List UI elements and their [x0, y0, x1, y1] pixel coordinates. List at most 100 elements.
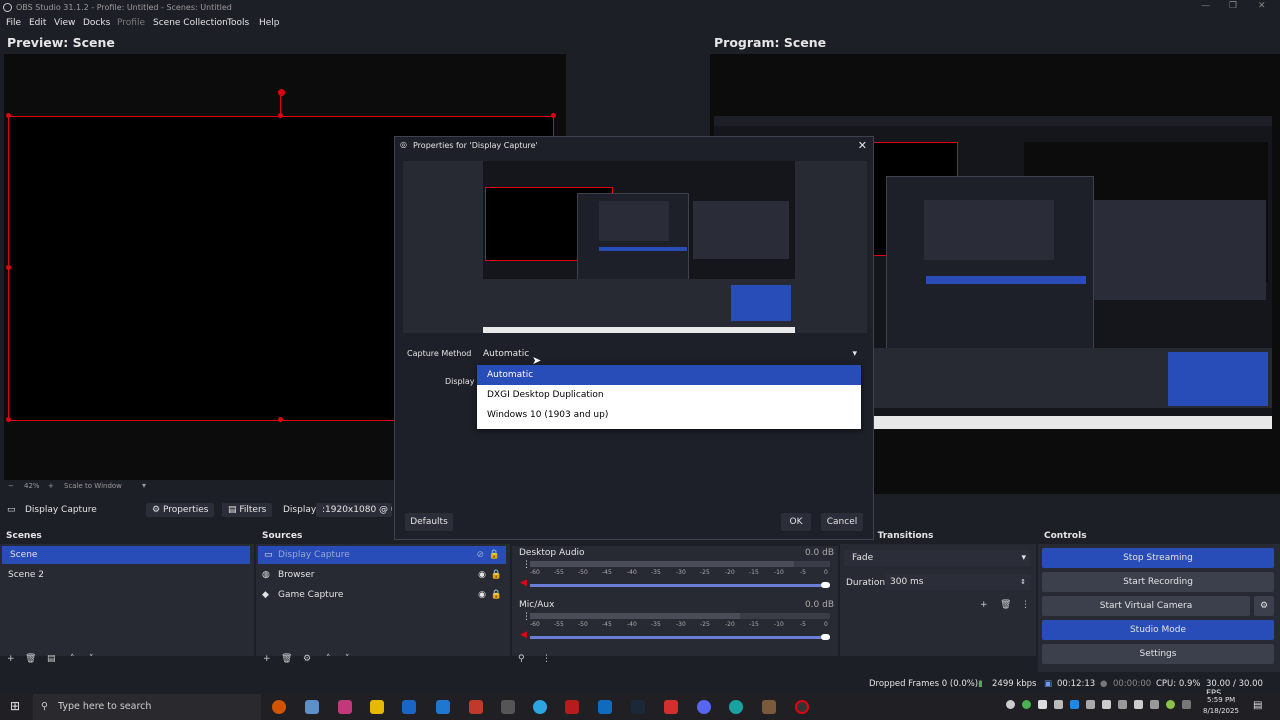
- add-icon[interactable]: +: [7, 654, 15, 664]
- volume-slider[interactable]: [530, 634, 830, 640]
- menu-profile[interactable]: Profile: [117, 18, 145, 28]
- volume-knob[interactable]: [821, 634, 830, 640]
- tray-icon[interactable]: [1134, 700, 1143, 709]
- move-down-icon[interactable]: ˅: [345, 654, 350, 664]
- app-icon[interactable]: [469, 700, 483, 714]
- tray-icon[interactable]: [1166, 700, 1175, 709]
- app-icon[interactable]: [338, 700, 352, 714]
- telegram-icon[interactable]: [533, 700, 547, 714]
- more-icon[interactable]: ⋮: [1021, 600, 1030, 610]
- cancel-button[interactable]: Cancel: [821, 513, 863, 531]
- settings-button[interactable]: Settings: [1042, 644, 1274, 664]
- move-up-icon[interactable]: ˄: [70, 654, 75, 664]
- trash-icon[interactable]: 🗑: [281, 654, 292, 664]
- resize-handle[interactable]: [6, 265, 11, 270]
- obs-taskbar-icon[interactable]: [795, 700, 809, 714]
- dropdown-option[interactable]: DXGI Desktop Duplication: [477, 385, 861, 405]
- ok-button[interactable]: OK: [781, 513, 811, 531]
- menu-file[interactable]: File: [6, 18, 21, 28]
- close-window-icon[interactable]: ✕: [1258, 1, 1266, 11]
- scene-item[interactable]: Scene: [2, 546, 250, 564]
- edge-icon[interactable]: [729, 700, 743, 714]
- tray-icon[interactable]: [1038, 700, 1047, 709]
- lock-icon[interactable]: 🔒: [491, 566, 502, 584]
- app-icon[interactable]: [664, 700, 678, 714]
- gear-icon[interactable]: ⚙: [303, 654, 311, 664]
- source-item[interactable]: ◆ Game Capture ◉ 🔒: [256, 586, 510, 604]
- start-virtual-camera-button[interactable]: Start Virtual Camera: [1042, 596, 1250, 616]
- windows-start-icon[interactable]: ⊞: [10, 699, 20, 713]
- link-icon[interactable]: ⚲: [518, 654, 525, 664]
- start-recording-button[interactable]: Start Recording: [1042, 572, 1274, 592]
- minecraft-icon[interactable]: [762, 700, 776, 714]
- source-item[interactable]: ▭ Display Capture ⊘ 🔒: [258, 546, 506, 564]
- menu-help[interactable]: Help: [259, 18, 280, 28]
- resize-handle[interactable]: [6, 417, 11, 422]
- filter-icon[interactable]: ▤: [47, 654, 56, 664]
- file-explorer-icon[interactable]: [370, 700, 384, 714]
- lock-icon[interactable]: 🔒: [491, 586, 502, 604]
- trash-icon[interactable]: 🗑: [25, 654, 36, 664]
- close-icon[interactable]: ✕: [858, 139, 867, 152]
- studio-mode-button[interactable]: Studio Mode: [1042, 620, 1274, 640]
- app-icon[interactable]: [305, 700, 319, 714]
- filters-button[interactable]: ▤ Filters: [222, 503, 273, 517]
- lock-icon[interactable]: 🔒: [489, 546, 500, 564]
- eye-icon[interactable]: ◉: [478, 586, 486, 604]
- copilot-icon[interactable]: [272, 700, 286, 714]
- tray-icon[interactable]: [1102, 700, 1111, 709]
- discord-icon[interactable]: [697, 700, 711, 714]
- stepper-icon[interactable]: ⇕: [1020, 574, 1026, 590]
- app-icon[interactable]: [501, 700, 515, 714]
- tray-icon[interactable]: [1118, 700, 1127, 709]
- add-icon[interactable]: +: [263, 654, 271, 664]
- steam-icon[interactable]: [631, 700, 645, 714]
- duration-input[interactable]: 300 ms ⇕: [886, 574, 1030, 590]
- speaker-muted-icon[interactable]: ◀: [520, 630, 527, 640]
- tray-icon[interactable]: [1054, 700, 1063, 709]
- clock-time[interactable]: 5:59 PM: [1207, 696, 1235, 704]
- tray-icon[interactable]: [1006, 700, 1015, 709]
- menu-scene-collection[interactable]: Scene Collection: [153, 18, 228, 28]
- volume-knob[interactable]: [821, 582, 830, 588]
- outlook-icon[interactable]: [598, 700, 612, 714]
- defaults-button[interactable]: Defaults: [405, 513, 453, 531]
- add-icon[interactable]: +: [980, 600, 988, 610]
- rotation-handle[interactable]: [278, 89, 285, 96]
- zoom-mode[interactable]: Scale to Window: [64, 482, 122, 490]
- stop-streaming-button[interactable]: Stop Streaming: [1042, 548, 1274, 568]
- more-icon[interactable]: ⋮: [542, 654, 551, 664]
- dropdown-option[interactable]: Automatic: [477, 365, 861, 385]
- speaker-muted-icon[interactable]: ◀: [520, 578, 527, 588]
- maximize-icon[interactable]: ❐: [1229, 1, 1237, 11]
- bluetooth-icon[interactable]: [1070, 700, 1079, 709]
- move-up-icon[interactable]: ˄: [326, 654, 331, 664]
- resize-handle[interactable]: [278, 417, 283, 422]
- menu-view[interactable]: View: [54, 18, 75, 28]
- taskbar-search[interactable]: ⚲ Type here to search: [33, 694, 261, 720]
- menu-tools[interactable]: Tools: [227, 18, 249, 28]
- eye-icon[interactable]: ◉: [478, 566, 486, 584]
- source-item[interactable]: ◍ Browser ◉ 🔒: [256, 566, 510, 584]
- resize-handle[interactable]: [6, 113, 11, 118]
- dropdown-option[interactable]: Windows 10 (1903 and up): [477, 405, 861, 425]
- resize-handle[interactable]: [551, 113, 556, 118]
- tray-icon[interactable]: [1086, 700, 1095, 709]
- clock-date[interactable]: 8/18/2025: [1203, 707, 1239, 715]
- minimize-icon[interactable]: —: [1201, 1, 1210, 11]
- resize-handle[interactable]: [278, 113, 283, 118]
- tray-icon[interactable]: [1182, 700, 1191, 709]
- trash-icon[interactable]: 🗑: [1000, 600, 1011, 610]
- notification-icon[interactable]: ▤: [1253, 700, 1262, 711]
- transition-select[interactable]: Fade ▾: [844, 550, 1030, 566]
- app-icon[interactable]: [565, 700, 579, 714]
- display-select[interactable]: :1920x1080 @ 0,0: [316, 503, 392, 517]
- tray-icon[interactable]: [1150, 700, 1159, 709]
- calendar-icon[interactable]: [436, 700, 450, 714]
- store-icon[interactable]: [402, 700, 416, 714]
- zoom-out-icon[interactable]: −: [8, 482, 14, 490]
- properties-button[interactable]: ⚙ Properties: [146, 503, 215, 517]
- move-down-icon[interactable]: ˅: [89, 654, 94, 664]
- volume-slider[interactable]: [530, 582, 830, 588]
- zoom-in-icon[interactable]: +: [48, 482, 54, 490]
